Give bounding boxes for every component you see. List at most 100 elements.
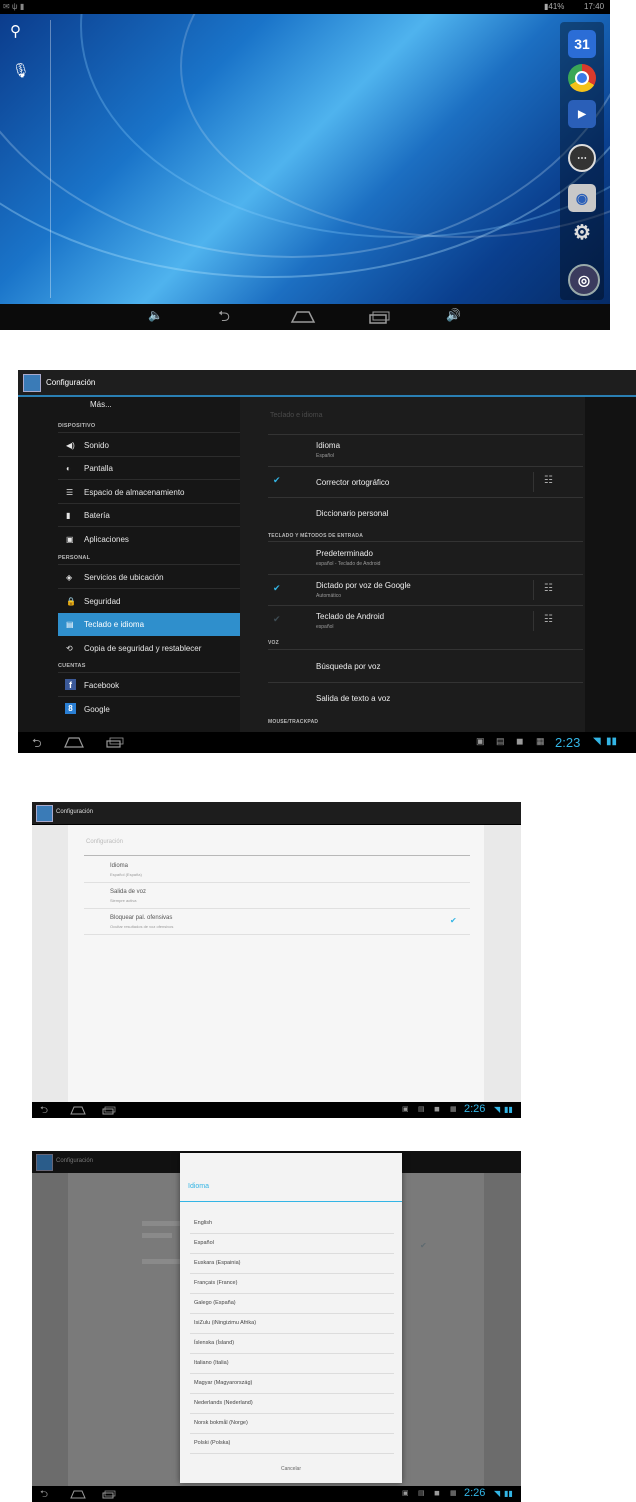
language-option[interactable]: Magyar (Magyarország) — [194, 1380, 252, 1386]
home-icon[interactable] — [70, 1490, 86, 1499]
gamepad-notification-icon[interactable]: ◼ — [516, 736, 523, 747]
sidebar-item-sonido[interactable]: ◀) Sonido — [58, 434, 240, 456]
back-icon[interactable]: ⮌ — [218, 306, 230, 330]
settings-app-icon — [36, 805, 53, 822]
setting-dictado-google[interactable]: ✔ Dictado por voz de Google Automático ☷ — [268, 575, 583, 605]
back-icon[interactable]: ⮌ — [32, 734, 42, 753]
battery-icon: ▮ — [66, 511, 71, 520]
chrome-icon[interactable] — [568, 64, 596, 92]
language-option[interactable]: Galego (España) — [194, 1300, 236, 1306]
setting-texto-voz[interactable]: Salida de texto a voz — [268, 683, 583, 713]
video-player-icon[interactable]: ▶ — [568, 100, 596, 128]
divider — [84, 855, 470, 856]
sidebar-item-pantalla[interactable]: ◐ Pantalla — [58, 457, 240, 479]
gamepad-notification-icon[interactable]: ◼ — [434, 1105, 440, 1113]
setting-salida-voz[interactable]: Salida de voz Siempre activa — [84, 883, 470, 907]
setting-title: Salida de voz — [110, 889, 147, 895]
status-clock[interactable]: 2:26 — [464, 1103, 485, 1115]
music-icon[interactable]: ◎ — [568, 264, 600, 296]
language-option[interactable]: Euskara (Espainia) — [194, 1260, 240, 1266]
back-icon[interactable]: ⮌ — [40, 1103, 48, 1118]
setting-idioma[interactable]: Idioma Español — [268, 435, 583, 465]
calendar-icon[interactable]: 31 — [568, 30, 596, 58]
settings-categories: Más... DISPOSITIVO ◀) Sonido ◐ Pantalla … — [18, 397, 240, 732]
sidebar-item-aplicaciones[interactable]: ▣ Aplicaciones — [58, 528, 240, 550]
divider — [190, 1273, 394, 1274]
setting-title: Teclado de Android — [316, 612, 385, 621]
screenshot-notification-icon[interactable]: ▤ — [418, 1489, 425, 1497]
sidebar-item-facebook[interactable]: f Facebook — [58, 674, 240, 696]
home-icon[interactable] — [290, 310, 316, 324]
settings-app-icon — [36, 1154, 53, 1171]
sidebar-item-bateria[interactable]: ▮ Batería — [58, 504, 240, 526]
language-option[interactable]: Íslenska (Ísland) — [194, 1340, 234, 1346]
home-icon[interactable] — [64, 737, 84, 748]
language-option[interactable]: Norsk bokmål (Norge) — [194, 1420, 248, 1426]
setting-corrector[interactable]: ✔ Corrector ortográfico ☷ — [268, 467, 583, 497]
recents-icon[interactable] — [102, 1106, 116, 1115]
back-icon[interactable]: ⮌ — [40, 1487, 48, 1502]
setting-idioma[interactable]: Idioma Español (España) — [84, 857, 470, 881]
status-clock[interactable]: 2:26 — [464, 1487, 485, 1499]
setting-predeterminado[interactable]: Predeterminado español - Teclado de Andr… — [268, 543, 583, 573]
usb-notification-icon[interactable]: ▦ — [536, 736, 545, 747]
sidebar-item-mas[interactable]: Más... — [90, 400, 112, 409]
divider — [268, 649, 583, 650]
checkbox-checked-icon[interactable]: ✔ — [273, 583, 281, 594]
gallery-notification-icon[interactable]: ▣ — [402, 1489, 409, 1497]
gallery-notification-icon[interactable]: ▣ — [476, 736, 485, 747]
home-icon[interactable] — [70, 1106, 86, 1115]
divider — [190, 1393, 394, 1394]
gamepad-notification-icon[interactable]: ◼ — [434, 1489, 440, 1497]
google-icon: 8 — [65, 703, 76, 714]
settings-sliders-icon[interactable]: ☷ — [544, 614, 553, 625]
language-dialog-screen: Configuración ✔ Idioma English Español E… — [32, 1151, 521, 1502]
setting-busqueda-voz[interactable]: Búsqueda por voz — [268, 651, 583, 681]
language-option[interactable]: Español — [194, 1240, 214, 1246]
cancel-button[interactable]: Cancelar — [180, 1456, 402, 1483]
volume-down-icon[interactable]: 🔈 — [148, 308, 163, 322]
sidebar-item-seguridad[interactable]: 🔒 Seguridad — [58, 590, 240, 612]
sidebar-item-label: Teclado e idioma — [84, 620, 145, 629]
divider — [190, 1353, 394, 1354]
language-option[interactable]: Français (France) — [194, 1280, 237, 1286]
settings-sliders-icon[interactable]: ☷ — [544, 475, 553, 486]
search-icon[interactable]: ⚲ — [10, 22, 21, 40]
recents-icon[interactable] — [102, 1490, 116, 1499]
usb-notification-icon[interactable]: ▦ — [450, 1105, 457, 1113]
screenshot-notification-icon[interactable]: ▤ — [418, 1105, 425, 1113]
sidebar-item-almacenamiento[interactable]: ☰ Espacio de almacenamiento — [58, 481, 240, 503]
setting-diccionario[interactable]: Diccionario personal — [268, 498, 583, 528]
checkbox-checked-icon[interactable]: ✔ — [273, 475, 281, 486]
checkbox-checked-icon[interactable]: ✔ — [450, 916, 457, 925]
sidebar-item-label: Sonido — [84, 441, 109, 450]
gallery-notification-icon[interactable]: ▣ — [402, 1105, 409, 1113]
status-clock[interactable]: 2:23 — [555, 735, 580, 750]
sidebar-item-copia-seguridad[interactable]: ⟲ Copia de seguridad y restablecer — [58, 637, 240, 659]
usb-notification-icon[interactable]: ▦ — [450, 1489, 457, 1497]
language-option[interactable]: IsiZulu (iNingizimu Afrika) — [194, 1320, 256, 1326]
settings-gear-icon[interactable]: ⚙ — [568, 218, 596, 246]
pane-edge — [585, 397, 636, 732]
language-option[interactable]: Polski (Polska) — [194, 1440, 230, 1446]
sidebar-item-label: Copia de seguridad y restablecer — [84, 644, 202, 653]
action-bar: Configuración — [18, 370, 636, 397]
language-option[interactable]: Nederlands (Nederland) — [194, 1400, 253, 1406]
volume-up-icon[interactable]: 🔊 — [446, 308, 461, 322]
mic-icon[interactable]: 🎙 — [12, 62, 30, 79]
sidebar-item-ubicacion[interactable]: ◈ Servicios de ubicación — [58, 566, 240, 588]
wifi-icon: ◥ — [494, 1105, 501, 1114]
settings-sliders-icon[interactable]: ☷ — [544, 583, 553, 594]
language-option[interactable]: English — [194, 1220, 212, 1226]
setting-teclado-android[interactable]: ✔ Teclado de Android español ☷ — [268, 606, 583, 636]
camera-icon[interactable]: ◉ — [568, 184, 596, 212]
recents-icon[interactable] — [368, 310, 390, 324]
all-apps-icon[interactable]: ⋯ — [568, 144, 596, 172]
language-option[interactable]: Italiano (Italia) — [194, 1360, 229, 1366]
screenshot-notification-icon[interactable]: ▤ — [496, 736, 505, 747]
sidebar-item-teclado-idioma[interactable]: ▤ Teclado e idioma — [58, 613, 240, 636]
setting-title: Bloquear pal. ofensivas — [110, 915, 173, 921]
recents-icon[interactable] — [106, 737, 124, 748]
sidebar-item-google[interactable]: 8 Google — [58, 698, 240, 720]
setting-bloquear-ofensivas[interactable]: Bloquear pal. ofensivas Ocultar resultad… — [84, 909, 470, 933]
